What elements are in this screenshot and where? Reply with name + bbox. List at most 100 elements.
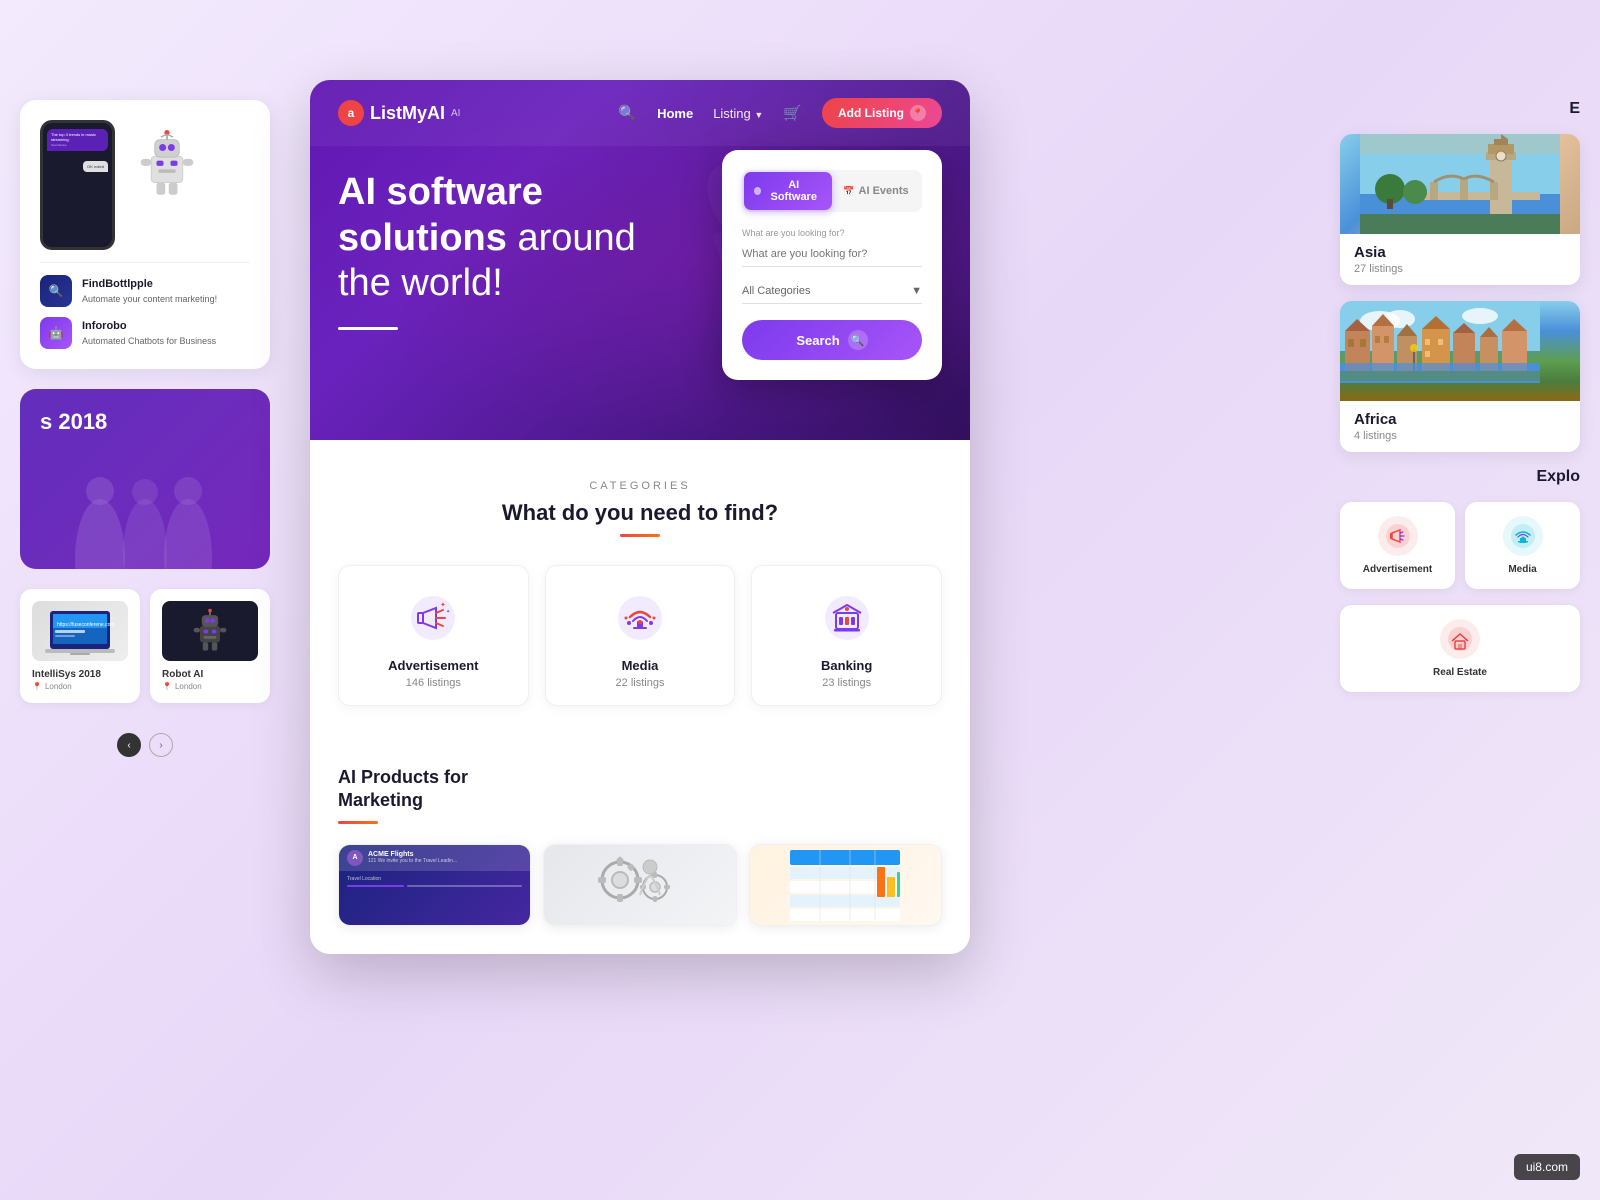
location-africa[interactable]: Africa 4 listings: [1340, 301, 1580, 452]
categories-section: Categories What do you need to find?: [310, 440, 970, 766]
chart-image: [750, 845, 941, 925]
category-media[interactable]: Media 22 listings: [545, 565, 736, 706]
logo-icon: a: [338, 100, 364, 126]
category-banking[interactable]: Banking 23 listings: [751, 565, 942, 706]
intellisys-location: 📍 London: [32, 682, 128, 691]
dot-2[interactable]: ›: [149, 733, 173, 757]
product-gear[interactable]: [543, 844, 736, 926]
explore-advertisement[interactable]: Advertisement: [1340, 502, 1455, 589]
search-label: What are you looking for?: [742, 228, 922, 238]
products-underline: [338, 821, 378, 824]
cat-advertisement-name: Advertisement: [355, 658, 512, 673]
cart-icon[interactable]: 🛒: [783, 104, 802, 122]
products-header: AI Products for Marketing: [338, 766, 942, 824]
robot-card-sub: 📍London: [162, 682, 258, 691]
intellisys-card[interactable]: https://fuseconferene.com/ IntelliSys 20…: [20, 589, 140, 703]
search-card: AI Software 📅 AI Events What are you loo…: [722, 150, 942, 380]
section-label: Categories: [338, 480, 942, 492]
phone-mockup: The top 3 trends in music streaming. Sou…: [40, 120, 115, 250]
cat-banking-name: Banking: [768, 658, 925, 673]
right-panel: E: [1320, 80, 1600, 712]
cat-banking-count: 23 listings: [768, 677, 925, 689]
robot-image: [127, 120, 207, 210]
asia-name: Asia: [1354, 244, 1566, 261]
category-grid: ✦ ✦ Advertisement 146 listings: [338, 565, 942, 706]
inforobo-sub: Automated Chatbots for Business: [82, 336, 216, 346]
app-title: ListMyAI: [370, 103, 445, 124]
event-cards-row: https://fuseconferene.com/ IntelliSys 20…: [20, 589, 270, 703]
findbottle-sub: Automate your content marketing!: [82, 294, 217, 304]
dot-1[interactable]: ‹: [117, 733, 141, 757]
product-acme-flights[interactable]: A ACME Flights 121 We invite you to the …: [338, 844, 531, 926]
right-explore-label: E: [1340, 100, 1580, 118]
chat-bubble-1: The top 3 trends in music streaming. Sou…: [47, 129, 108, 151]
chat-bubble-2: OK noted: [83, 161, 108, 172]
search-tabs: AI Software 📅 AI Events: [742, 170, 922, 212]
navbar: a ListMyAI AI 🔍 Home Listing ▼ 🛒 Add Lis…: [310, 80, 970, 146]
left-panel: The top 3 trends in music streaming. Sou…: [0, 80, 290, 777]
africa-name: Africa: [1354, 411, 1566, 428]
search-input[interactable]: [742, 242, 922, 267]
banking-icon: [819, 590, 875, 646]
hero-title: AI software solutions around the world!: [338, 170, 638, 307]
svg-text:https://fuseconferene.com/: https://fuseconferene.com/: [57, 622, 115, 628]
acme-flights-image: A ACME Flights 121 We invite you to the …: [339, 845, 530, 925]
explore-advertisement-icon: [1378, 516, 1418, 556]
svg-text:✦: ✦: [446, 609, 450, 615]
acme-title: ACME Flights: [368, 851, 457, 858]
nav-home[interactable]: Home: [657, 106, 693, 121]
explore-title: Explo: [1340, 468, 1580, 486]
findbottle-title: FindBottlpple: [82, 278, 217, 290]
card-image-1: https://fuseconferene.com/: [32, 601, 128, 661]
category-select[interactable]: All Categories ▼: [742, 279, 922, 304]
hero-divider: [338, 327, 398, 330]
search-nav-icon[interactable]: 🔍: [618, 104, 637, 122]
search-button[interactable]: Search 🔍: [742, 320, 922, 360]
explore-real-estate-label: Real Estate: [1354, 667, 1566, 678]
products-title: AI Products for Marketing: [338, 766, 942, 813]
main-content: a ListMyAI AI 🔍 Home Listing ▼ 🛒 Add Lis…: [310, 80, 970, 954]
product-cards-row: A ACME Flights 121 We invite you to the …: [338, 844, 942, 926]
ai-products-section: AI Products for Marketing A ACME Flights…: [310, 766, 970, 954]
cat-media-name: Media: [562, 658, 719, 673]
explore-real-estate[interactable]: Real Estate: [1340, 605, 1580, 692]
robot-card-title: Robot AI: [162, 669, 258, 680]
cat-media-count: 22 listings: [562, 677, 719, 689]
section-title: What do you need to find?: [338, 500, 942, 526]
carousel-nav: ‹ ›: [20, 733, 270, 757]
event-card: s 2018: [20, 389, 270, 569]
category-advertisement[interactable]: ✦ ✦ Advertisement 146 listings: [338, 565, 529, 706]
findbottle-card: The top 3 trends in music streaming. Sou…: [20, 100, 270, 369]
africa-info: Africa 4 listings: [1340, 401, 1580, 452]
explore-advertisement-label: Advertisement: [1354, 564, 1441, 575]
watermark: ui8.com: [1514, 1154, 1580, 1180]
tab-ai-software[interactable]: AI Software: [744, 172, 832, 210]
product-chart[interactable]: [749, 844, 942, 926]
search-btn-icon: 🔍: [848, 330, 868, 350]
gear-image: [544, 845, 735, 925]
nav-listing[interactable]: Listing ▼: [713, 106, 763, 121]
pin-icon: 📍: [910, 105, 926, 121]
card-image-2: [162, 601, 258, 661]
africa-image: [1340, 301, 1580, 401]
nav-links: 🔍 Home Listing ▼ 🛒 Add Listing 📍: [618, 98, 942, 128]
tab-dot-1: [754, 187, 761, 195]
search-input-group: What are you looking for?: [742, 228, 922, 267]
svg-text:✦: ✦: [440, 601, 446, 609]
explore-cards-row: Advertisement Media: [1340, 502, 1580, 589]
asia-count: 27 listings: [1354, 263, 1566, 275]
robot-card[interactable]: Robot AI 📍London: [150, 589, 270, 703]
explore-real-estate-row: Real Estate: [1340, 605, 1580, 692]
tab-ai-events[interactable]: 📅 AI Events: [832, 172, 920, 210]
cat-advertisement-count: 146 listings: [355, 677, 512, 689]
explore-media-icon: [1503, 516, 1543, 556]
explore-media[interactable]: Media: [1465, 502, 1580, 589]
add-listing-button[interactable]: Add Listing 📍: [822, 98, 942, 128]
asia-info: Asia 27 listings: [1340, 234, 1580, 285]
media-icon: [612, 590, 668, 646]
explore-real-estate-icon: [1440, 619, 1480, 659]
event-year: s 2018: [40, 409, 250, 435]
hero-content: AI software solutions around the world!: [338, 170, 638, 330]
hero-section: a ListMyAI AI 🔍 Home Listing ▼ 🛒 Add Lis…: [310, 80, 970, 440]
location-asia[interactable]: Asia 27 listings: [1340, 134, 1580, 285]
